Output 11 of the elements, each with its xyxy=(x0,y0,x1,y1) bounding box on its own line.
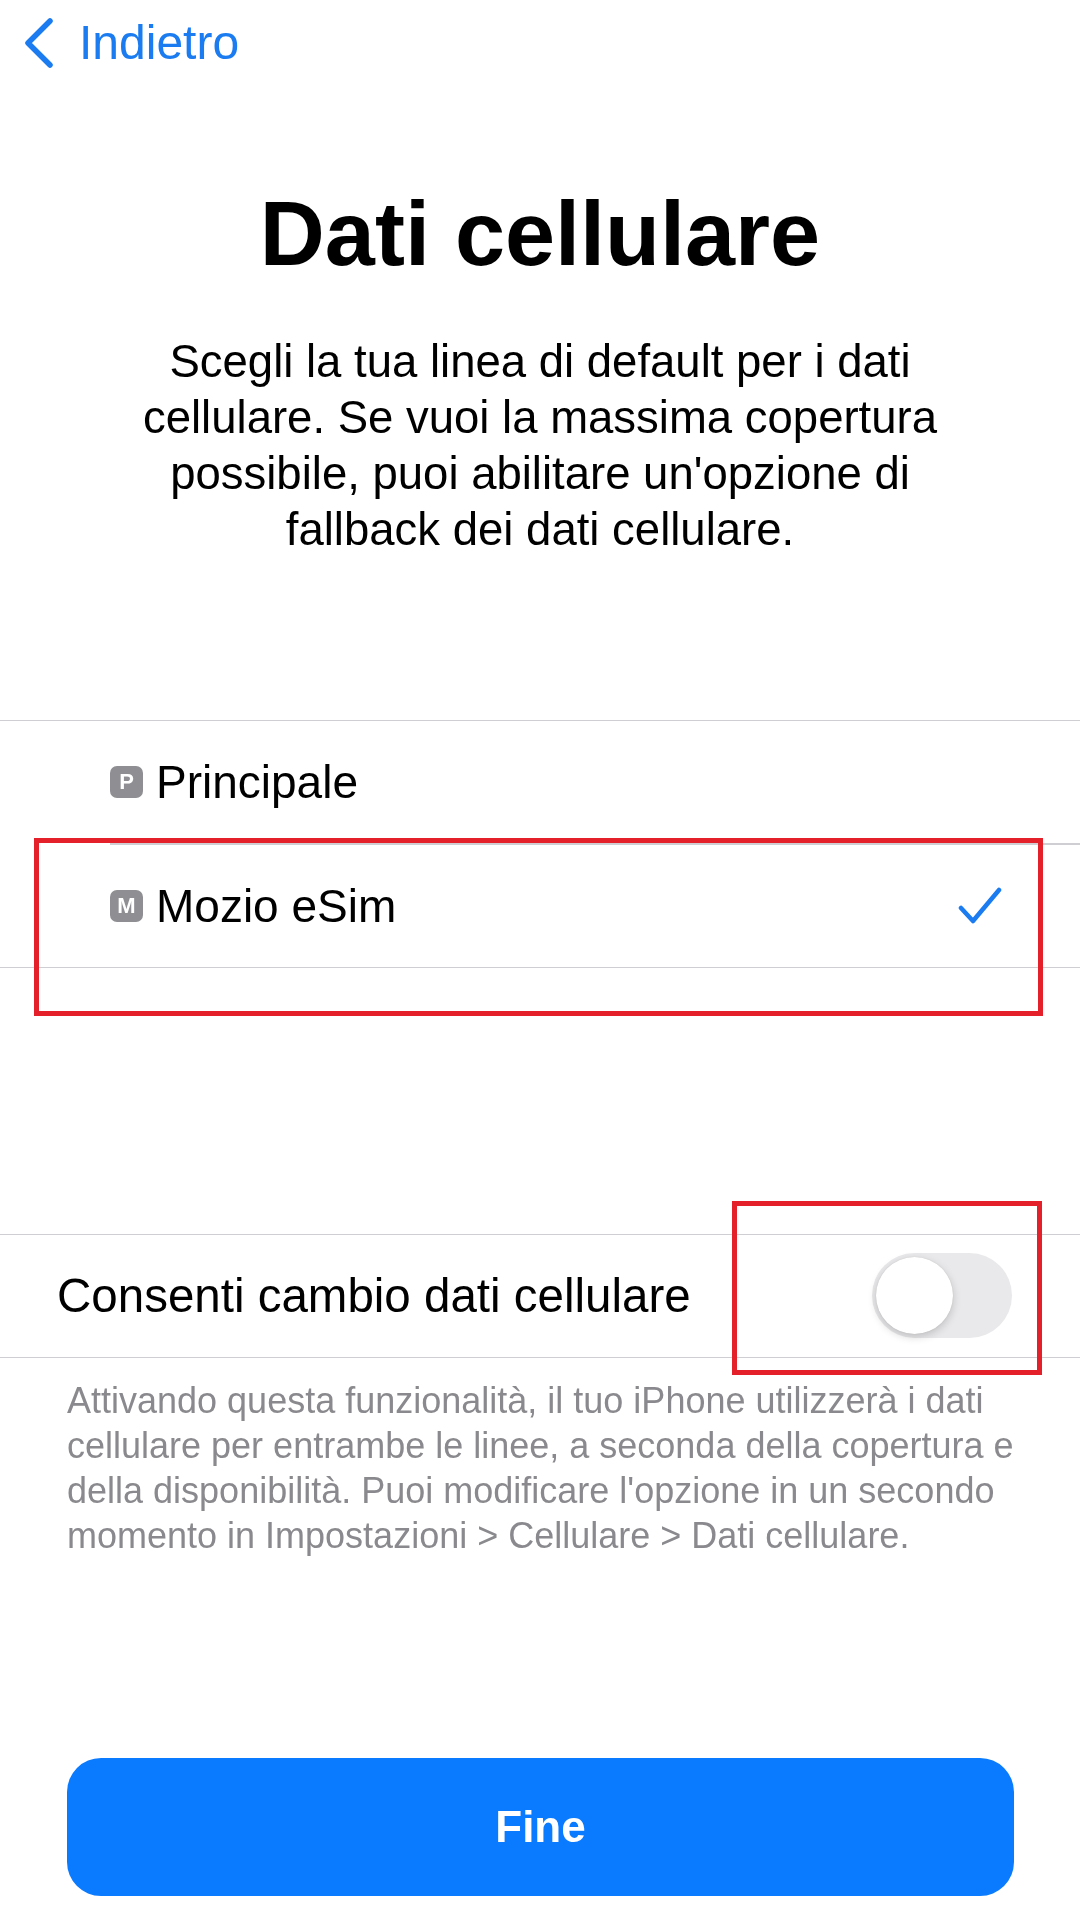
page-title: Dati cellulare xyxy=(259,184,821,284)
chevron-left-icon xyxy=(24,18,54,68)
setting-label: Consenti cambio dati cellulare xyxy=(57,1268,691,1323)
sim-line-option[interactable]: P Principale xyxy=(0,721,1080,843)
footnote-text: Attivando questa funzionalità, il tuo iPhone utilizzerà i dati cellulare per entrambe le linee, a seconda della copertura e della disponibilità. Puoi modificare l'opzione in un secondo momento in Impostazioni > Cellulare > Dati cellulare. xyxy=(67,1378,1015,1558)
line-badge: M xyxy=(110,889,143,922)
description-text: Scegli la tua linea di default per i dati cellulare. Se vuoi la massima copertura possibile, puoi abilitare un'opzione di fallback dei dati cellulare. xyxy=(141,335,939,557)
line-badge: P xyxy=(110,766,143,798)
done-button[interactable]: Fine xyxy=(67,1758,1014,1896)
back-button[interactable]: Indietro xyxy=(24,17,240,69)
sim-line-option[interactable]: M Mozio eSim xyxy=(0,844,1080,967)
